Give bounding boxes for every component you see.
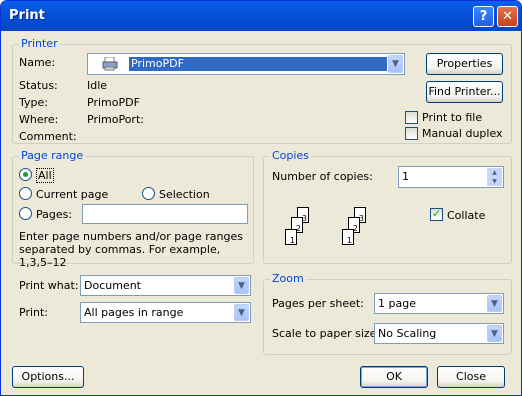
close-window-button[interactable]: ✕ [497,6,518,27]
current-page-radio[interactable] [19,187,32,200]
printer-name-select[interactable]: PrimoPDF ▼ [87,53,405,75]
print-value: All pages in range [84,306,184,319]
pages-per-sheet-value: 1 page [378,297,416,310]
chevron-down-icon[interactable]: ▼ [388,55,403,73]
printer-name-label: Name: [19,56,56,69]
pages-input[interactable] [82,204,248,224]
chevron-down-icon[interactable]: ▼ [234,304,249,321]
pages-radio[interactable] [19,207,32,220]
arrow-up-icon[interactable]: ▲ [487,168,502,177]
type-label: Type: [19,96,48,109]
status-value: Idle [87,79,108,92]
printer-name-value: PrimoPDF [129,57,387,71]
collate-page: 1 [342,229,354,245]
properties-button[interactable]: Properties [426,53,503,75]
help-button[interactable]: ? [473,6,494,27]
print-what-value: Document [84,279,141,292]
scale-to-paper-value: No Scaling [378,327,437,340]
arrow-down-icon[interactable]: ▼ [487,177,502,186]
all-pages-radio[interactable] [19,168,32,181]
checkmark-icon: ✓ [432,207,442,220]
status-label: Status: [19,79,58,92]
where-value: PrimoPort: [87,113,144,126]
title-bar[interactable]: Print ? ✕ [1,1,521,31]
collate-page: 1 [285,229,297,245]
all-pages-label[interactable]: All [36,168,54,183]
scale-to-paper-select[interactable]: No Scaling ▼ [374,323,504,344]
window-title: Print [9,8,45,23]
current-page-label[interactable]: Current page [36,188,108,201]
manual-duplex-checkbox[interactable] [405,127,418,140]
pages-label[interactable]: Pages: [36,208,72,221]
options-button[interactable]: Options... [12,366,84,388]
print-dialog: Print ? ✕ Printer Name: PrimoPDF ▼ Statu… [0,0,522,396]
printer-icon [102,56,118,71]
pages-per-sheet-label: Pages per sheet: [272,297,364,310]
print-what-select[interactable]: Document ▼ [80,275,251,296]
selection-label[interactable]: Selection [159,188,210,201]
page-range-legend: Page range [19,149,86,162]
where-label: Where: [19,113,59,126]
chevron-down-icon[interactable]: ▼ [487,295,502,312]
chevron-down-icon[interactable]: ▼ [234,277,249,294]
copies-spinner[interactable]: 1 ▲ ▼ [398,166,504,188]
page-range-hint: Enter page numbers and/or page ranges se… [19,230,243,269]
print-to-file-label[interactable]: Print to file [422,111,482,124]
manual-duplex-label[interactable]: Manual duplex [422,127,503,140]
copies-legend: Copies [270,149,311,162]
number-of-copies-label: Number of copies: [272,170,373,183]
collate-checkbox[interactable]: ✓ [430,207,443,221]
printer-legend: Printer [19,37,60,50]
selection-radio[interactable] [142,187,155,200]
comment-label: Comment: [19,130,77,143]
type-value: PrimoPDF [87,96,140,109]
print-to-file-checkbox[interactable] [405,111,418,124]
find-printer-button[interactable]: Find Printer... [426,81,503,103]
scale-to-paper-label: Scale to paper size: [272,327,381,340]
print-label: Print: [19,306,49,319]
print-select[interactable]: All pages in range ▼ [80,302,251,323]
zoom-legend: Zoom [270,272,306,285]
radio-dot [23,172,28,177]
chevron-down-icon[interactable]: ▼ [487,325,502,342]
print-what-label: Print what: [19,279,79,292]
close-button[interactable]: Close [437,366,505,388]
collate-label[interactable]: Collate [447,209,485,222]
ok-button[interactable]: OK [360,366,428,388]
pages-per-sheet-select[interactable]: 1 page ▼ [374,293,504,314]
copies-value: 1 [402,170,409,183]
